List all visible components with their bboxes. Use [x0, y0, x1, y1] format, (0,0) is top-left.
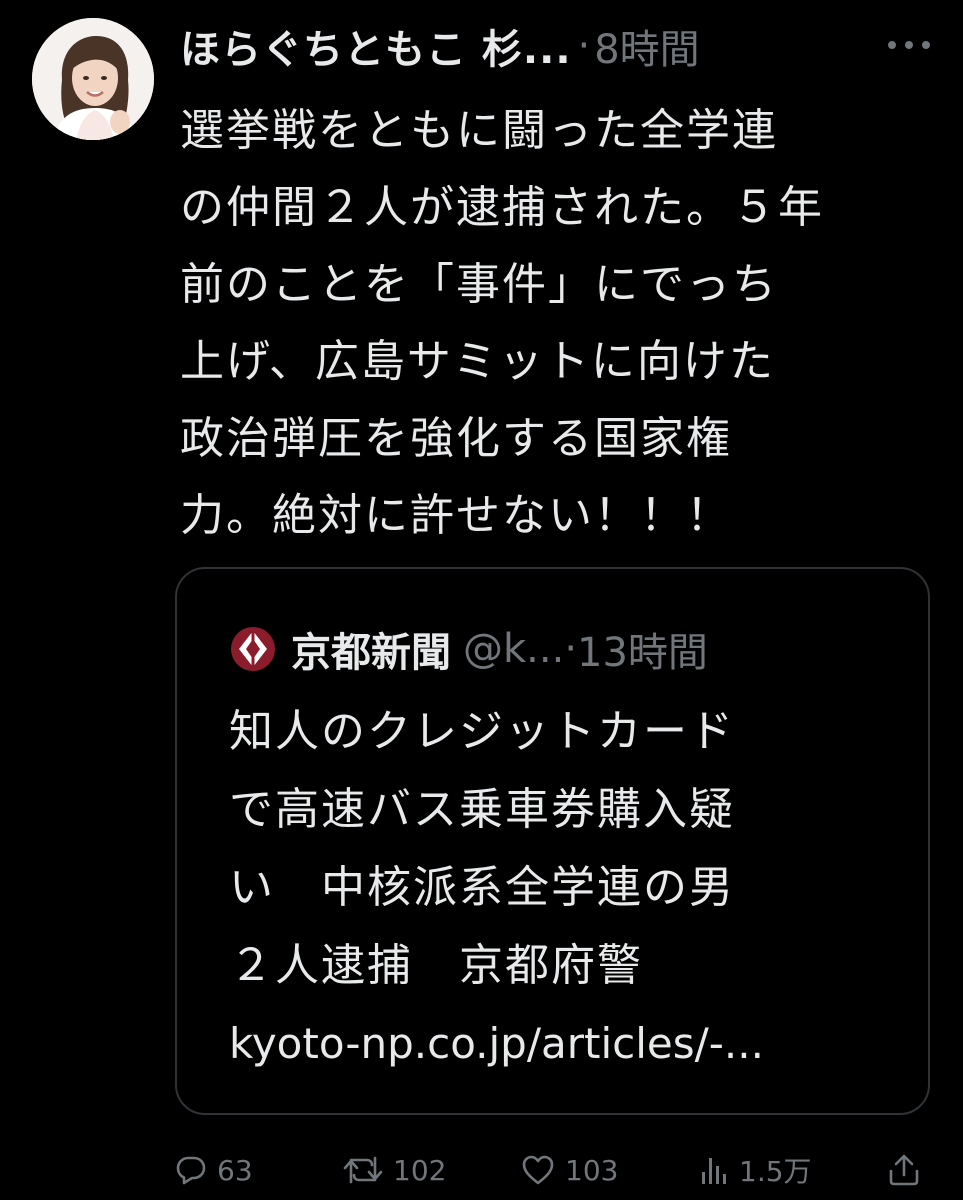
share-icon: [889, 1154, 919, 1186]
retweet-icon: [343, 1156, 383, 1184]
reply-count: 63: [217, 1153, 253, 1187]
retweet-count: 102: [393, 1153, 447, 1187]
action-bar: 63 102 103 1.5万: [175, 1140, 945, 1200]
quoted-post-text: 知人のクレジットカード で高速バス乗車券購入疑 い 中核派系全学連の男 ２人逮捕…: [229, 706, 735, 991]
retweet-button[interactable]: 102: [343, 1150, 446, 1190]
quoted-separator: ·: [564, 626, 578, 672]
quoted-post[interactable]: 京都新聞 @k... · 13時間 知人のクレジットカード で高速バス乗車券購入…: [175, 567, 930, 1115]
avatar-photo: [32, 18, 154, 140]
quoted-author-handle[interactable]: @k...: [463, 626, 564, 672]
header-separator: ·: [577, 23, 591, 69]
kyoto-np-logo-icon: [229, 625, 277, 673]
post-timestamp[interactable]: 8時間: [594, 17, 699, 75]
quoted-post-header: 京都新聞 @k... · 13時間: [229, 617, 909, 681]
post-text: 選挙戦をともに闘った全学連 の仲間２人が逮捕された。５年 前のことを「事件」にで…: [180, 105, 824, 541]
like-button[interactable]: 103: [521, 1150, 618, 1190]
quoted-author-name[interactable]: 京都新聞: [291, 620, 451, 678]
like-count: 103: [565, 1153, 619, 1187]
views-button[interactable]: 1.5万: [699, 1150, 812, 1190]
author-name[interactable]: ほらぐちともこ 杉...: [180, 17, 572, 75]
avatar[interactable]: [32, 18, 154, 140]
share-button[interactable]: [887, 1150, 931, 1190]
heart-icon: [522, 1155, 554, 1185]
post-header: ほらぐちともこ 杉... · 8時間: [180, 16, 940, 76]
quoted-post-link[interactable]: kyoto-np.co.jp/articles/-...: [229, 1005, 919, 1083]
quoted-timestamp[interactable]: 13時間: [577, 620, 708, 678]
reply-button[interactable]: 63: [175, 1150, 253, 1190]
reply-icon: [176, 1156, 206, 1185]
views-icon: [702, 1158, 726, 1184]
view-count: 1.5万: [739, 1155, 812, 1188]
more-icon[interactable]: [884, 30, 934, 60]
